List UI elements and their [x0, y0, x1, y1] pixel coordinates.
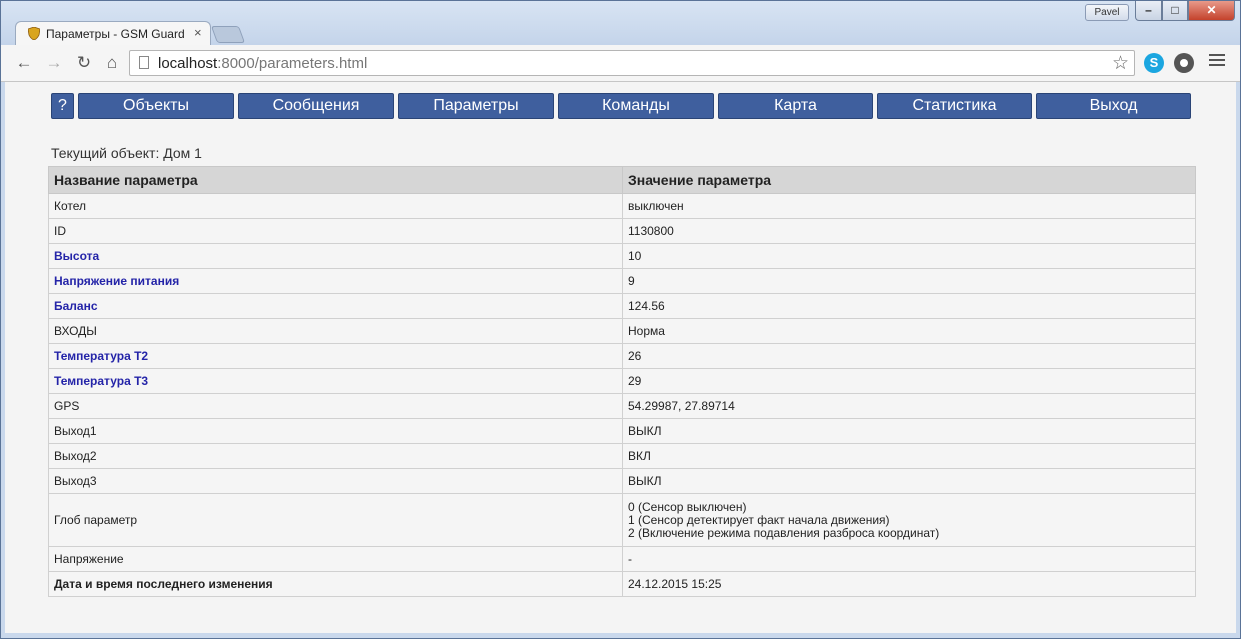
table-row: Дата и время последнего изменения 24.12.… — [48, 571, 1196, 597]
nav-statistics-button[interactable]: Статистика — [877, 93, 1032, 119]
param-value: 124.56 — [622, 293, 1196, 319]
param-value: 29 — [622, 368, 1196, 394]
new-tab-button[interactable] — [210, 26, 246, 43]
page-icon — [139, 56, 149, 69]
param-name: Глоб параметр — [48, 493, 623, 547]
maximize-icon: □ — [1171, 3, 1179, 17]
skype-extension-icon[interactable]: S — [1144, 53, 1164, 73]
browser-tab[interactable]: Параметры - GSM Guard × — [15, 21, 211, 45]
help-button[interactable]: ? — [51, 93, 74, 119]
param-value: ВЫКЛ — [622, 468, 1196, 494]
url-text[interactable]: localhost:8000/parameters.html — [158, 55, 367, 72]
close-window-button[interactable]: ✕ — [1188, 1, 1235, 21]
table-row: Напряжение - — [48, 546, 1196, 572]
param-value: - — [622, 546, 1196, 572]
param-value: Норма — [622, 318, 1196, 344]
param-name: GPS — [48, 393, 623, 419]
table-row: Выход3 ВЫКЛ — [48, 468, 1196, 494]
param-name: ВХОДЫ — [48, 318, 623, 344]
bookmark-star-icon[interactable]: ☆ — [1112, 52, 1129, 75]
table-row: ID 1130800 — [48, 218, 1196, 244]
param-value: ВЫКЛ — [622, 418, 1196, 444]
header-param-name: Название параметра — [48, 166, 623, 194]
browser-menu-icon[interactable] — [1209, 54, 1225, 69]
table-row: Глоб параметр 0 (Сенсор выключен) 1 (Сен… — [48, 493, 1196, 547]
param-value: 9 — [622, 268, 1196, 294]
param-name: Выход3 — [48, 468, 623, 494]
table-row: Баланс 124.56 — [48, 293, 1196, 319]
address-bar[interactable]: localhost:8000/parameters.html ☆ — [129, 50, 1135, 76]
reload-icon[interactable]: ↻ — [73, 52, 95, 74]
table-row: Выход1 ВЫКЛ — [48, 418, 1196, 444]
nav-messages-button[interactable]: Сообщения — [238, 93, 394, 119]
minimize-icon: – — [1145, 3, 1152, 17]
tab-strip: Параметры - GSM Guard × Pavel – □ ✕ — [1, 1, 1240, 45]
param-value: 24.12.2015 15:25 — [622, 571, 1196, 597]
param-name-link[interactable]: Напряжение питания — [48, 268, 623, 294]
param-name-link[interactable]: Температура Т2 — [48, 343, 623, 369]
param-name: Выход2 — [48, 443, 623, 469]
param-value: 54.29987, 27.89714 — [622, 393, 1196, 419]
param-name: Дата и время последнего изменения — [48, 571, 623, 597]
header-param-value: Значение параметра — [622, 166, 1196, 194]
param-name-link[interactable]: Высота — [48, 243, 623, 269]
table-row: ВХОДЫ Норма — [48, 318, 1196, 344]
param-value: 1130800 — [622, 218, 1196, 244]
value-line: 1 (Сенсор детектирует факт начала движен… — [628, 512, 890, 527]
page-content: ? Объекты Сообщения Параметры Команды Ка… — [5, 82, 1236, 633]
nav-map-button[interactable]: Карта — [718, 93, 873, 119]
nav-commands-button[interactable]: Команды — [558, 93, 714, 119]
tab-close-icon[interactable]: × — [194, 25, 202, 40]
param-name: Напряжение — [48, 546, 623, 572]
value-line: 2 (Включение режима подавления разброса … — [628, 525, 940, 540]
close-icon: ✕ — [1206, 3, 1217, 17]
param-name: ID — [48, 218, 623, 244]
table-row: Высота 10 — [48, 243, 1196, 269]
parameters-table: Название параметра Значение параметра Ко… — [48, 166, 1196, 597]
current-object-label: Текущий объект: Дом 1 — [51, 145, 202, 161]
shield-favicon-icon — [28, 27, 40, 40]
param-name-link[interactable]: Баланс — [48, 293, 623, 319]
param-value-multiline: 0 (Сенсор выключен) 1 (Сенсор детектируе… — [622, 493, 1196, 547]
table-row: GPS 54.29987, 27.89714 — [48, 393, 1196, 419]
browser-toolbar: ← → ↻ ⌂ localhost:8000/parameters.html ☆… — [1, 45, 1240, 82]
browser-window: Параметры - GSM Guard × Pavel – □ ✕ ← → … — [0, 0, 1241, 639]
param-value: 10 — [622, 243, 1196, 269]
table-header-row: Название параметра Значение параметра — [48, 166, 1196, 194]
maximize-button[interactable]: □ — [1162, 1, 1188, 21]
param-value: 26 — [622, 343, 1196, 369]
param-value: ВКЛ — [622, 443, 1196, 469]
table-row: Выход2 ВКЛ — [48, 443, 1196, 469]
forward-arrow-icon[interactable]: → — [43, 52, 65, 74]
minimize-button[interactable]: – — [1135, 1, 1162, 21]
table-row: Температура Т3 29 — [48, 368, 1196, 394]
param-value: выключен — [622, 193, 1196, 219]
table-row: Напряжение питания 9 — [48, 268, 1196, 294]
back-arrow-icon[interactable]: ← — [13, 52, 35, 74]
tab-title: Параметры - GSM Guard — [46, 27, 185, 41]
table-row: Температура Т2 26 — [48, 343, 1196, 369]
table-row: Котел выключен — [48, 193, 1196, 219]
param-name-link[interactable]: Температура Т3 — [48, 368, 623, 394]
profile-button[interactable]: Pavel — [1085, 4, 1129, 21]
param-name: Котел — [48, 193, 623, 219]
nav-parameters-button[interactable]: Параметры — [398, 93, 554, 119]
eye-extension-icon[interactable] — [1174, 53, 1194, 73]
nav-objects-button[interactable]: Объекты — [78, 93, 234, 119]
value-line: 0 (Сенсор выключен) — [628, 499, 747, 514]
home-icon[interactable]: ⌂ — [101, 52, 123, 74]
param-name: Выход1 — [48, 418, 623, 444]
nav-exit-button[interactable]: Выход — [1036, 93, 1191, 119]
